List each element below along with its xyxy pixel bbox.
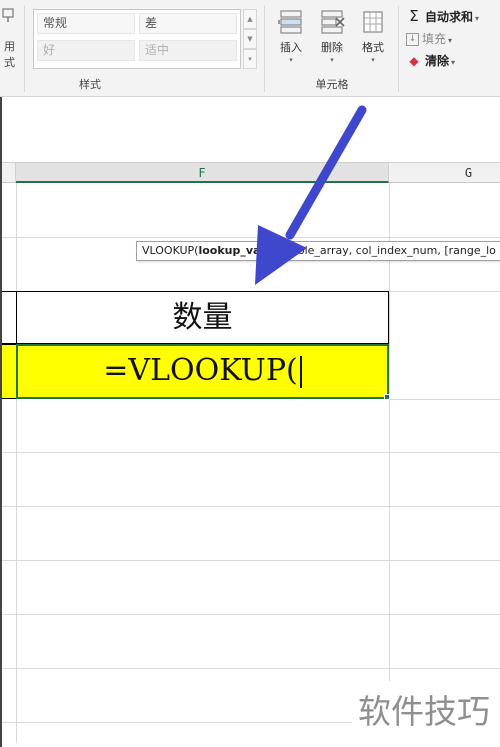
ribbon: 用 式 常规 差 好 适中 ▲ ▼ ▾ 样式 插入 ▾ 删除 ▾ 格式 ▾ 单元…	[0, 0, 500, 97]
format-brush-icon	[2, 8, 14, 22]
tooltip-current-arg[interactable]: lookup_value	[198, 244, 279, 257]
delete-dropdown-icon: ▾	[330, 56, 334, 64]
insert-button[interactable]: 插入 ▾	[272, 8, 310, 72]
format-label: 格式	[362, 41, 384, 54]
insert-label: 插入	[280, 41, 302, 54]
cell-e-active-row[interactable]	[2, 344, 16, 399]
column-header-f[interactable]: F	[16, 163, 389, 183]
conditional-format-button[interactable]: 用 式	[0, 6, 18, 76]
delete-label: 删除	[321, 41, 343, 54]
insert-cells-icon	[278, 10, 302, 34]
clear-dropdown-icon: ▾	[451, 58, 456, 67]
delete-cells-icon	[321, 10, 345, 34]
gridline	[2, 237, 500, 238]
clear-label: 清除	[425, 54, 450, 68]
watermark: 软件技巧	[352, 681, 500, 747]
text-cursor	[299, 356, 302, 388]
autosum-button[interactable]: Σ 自动求和 ▾	[406, 6, 479, 26]
column-header-g[interactable]: G	[389, 163, 500, 183]
gridline	[389, 183, 390, 743]
fill-label: 填充	[422, 32, 447, 46]
group-separator	[398, 6, 399, 92]
active-cell-f[interactable]: =VLOOKUP(	[16, 344, 389, 399]
group-separator	[264, 6, 265, 92]
tooltip-rest-args: , table_array, col_index_num, [range_lo	[279, 244, 496, 257]
insert-dropdown-icon: ▾	[289, 56, 293, 64]
format-button[interactable]: 格式 ▾	[354, 8, 392, 72]
fill-handle[interactable]	[384, 394, 390, 400]
fill-dropdown-icon: ▾	[448, 36, 453, 45]
cells-group-label: 单元格	[315, 78, 349, 91]
column-header-row: F G	[2, 162, 500, 183]
formula-bar-area	[0, 97, 500, 162]
cell-f-quantity-header[interactable]: 数量	[16, 291, 389, 344]
active-cell-formula: =VLOOKUP(	[103, 353, 298, 388]
autosum-label: 自动求和	[425, 10, 474, 24]
gallery-up-icon[interactable]: ▲	[243, 9, 257, 29]
gridline	[389, 399, 500, 400]
sigma-icon: Σ	[409, 7, 419, 25]
eraser-icon: ◆	[409, 54, 419, 68]
partial-label-2: 式	[4, 56, 15, 69]
group-separator	[24, 6, 25, 92]
format-dropdown-icon: ▾	[371, 56, 375, 64]
gridline	[2, 506, 500, 507]
function-tooltip: VLOOKUP(lookup_value, table_array, col_i…	[136, 241, 500, 261]
cell-e-header[interactable]	[2, 291, 17, 344]
gallery-down-icon[interactable]: ▼	[243, 29, 257, 49]
tooltip-function-name[interactable]: VLOOKUP(	[142, 244, 198, 257]
autosum-dropdown-icon: ▾	[475, 14, 480, 23]
gridline	[2, 560, 500, 561]
fill-button[interactable]: ↓ 填充 ▾	[406, 29, 452, 49]
fill-down-icon: ↓	[406, 33, 419, 46]
gridline	[16, 183, 17, 743]
delete-button[interactable]: 删除 ▾	[313, 8, 351, 72]
clear-button[interactable]: ◆ 清除 ▾	[406, 51, 455, 71]
column-header-e[interactable]	[2, 163, 16, 183]
partial-label-1: 用	[4, 40, 15, 53]
format-cells-icon	[363, 11, 383, 33]
style-neutral[interactable]: 适中	[139, 40, 237, 61]
style-good[interactable]: 好	[37, 40, 135, 61]
gallery-scroll: ▲ ▼ ▾	[243, 9, 257, 69]
gridline	[2, 452, 500, 453]
cell-styles-gallery[interactable]: 常规 差 好 适中	[33, 9, 241, 69]
gridline	[2, 614, 500, 615]
styles-group-label: 样式	[79, 78, 101, 91]
style-normal[interactable]: 常规	[37, 13, 135, 34]
style-bad[interactable]: 差	[139, 13, 237, 34]
gridline	[2, 668, 500, 669]
gallery-more-icon[interactable]: ▾	[243, 49, 257, 69]
